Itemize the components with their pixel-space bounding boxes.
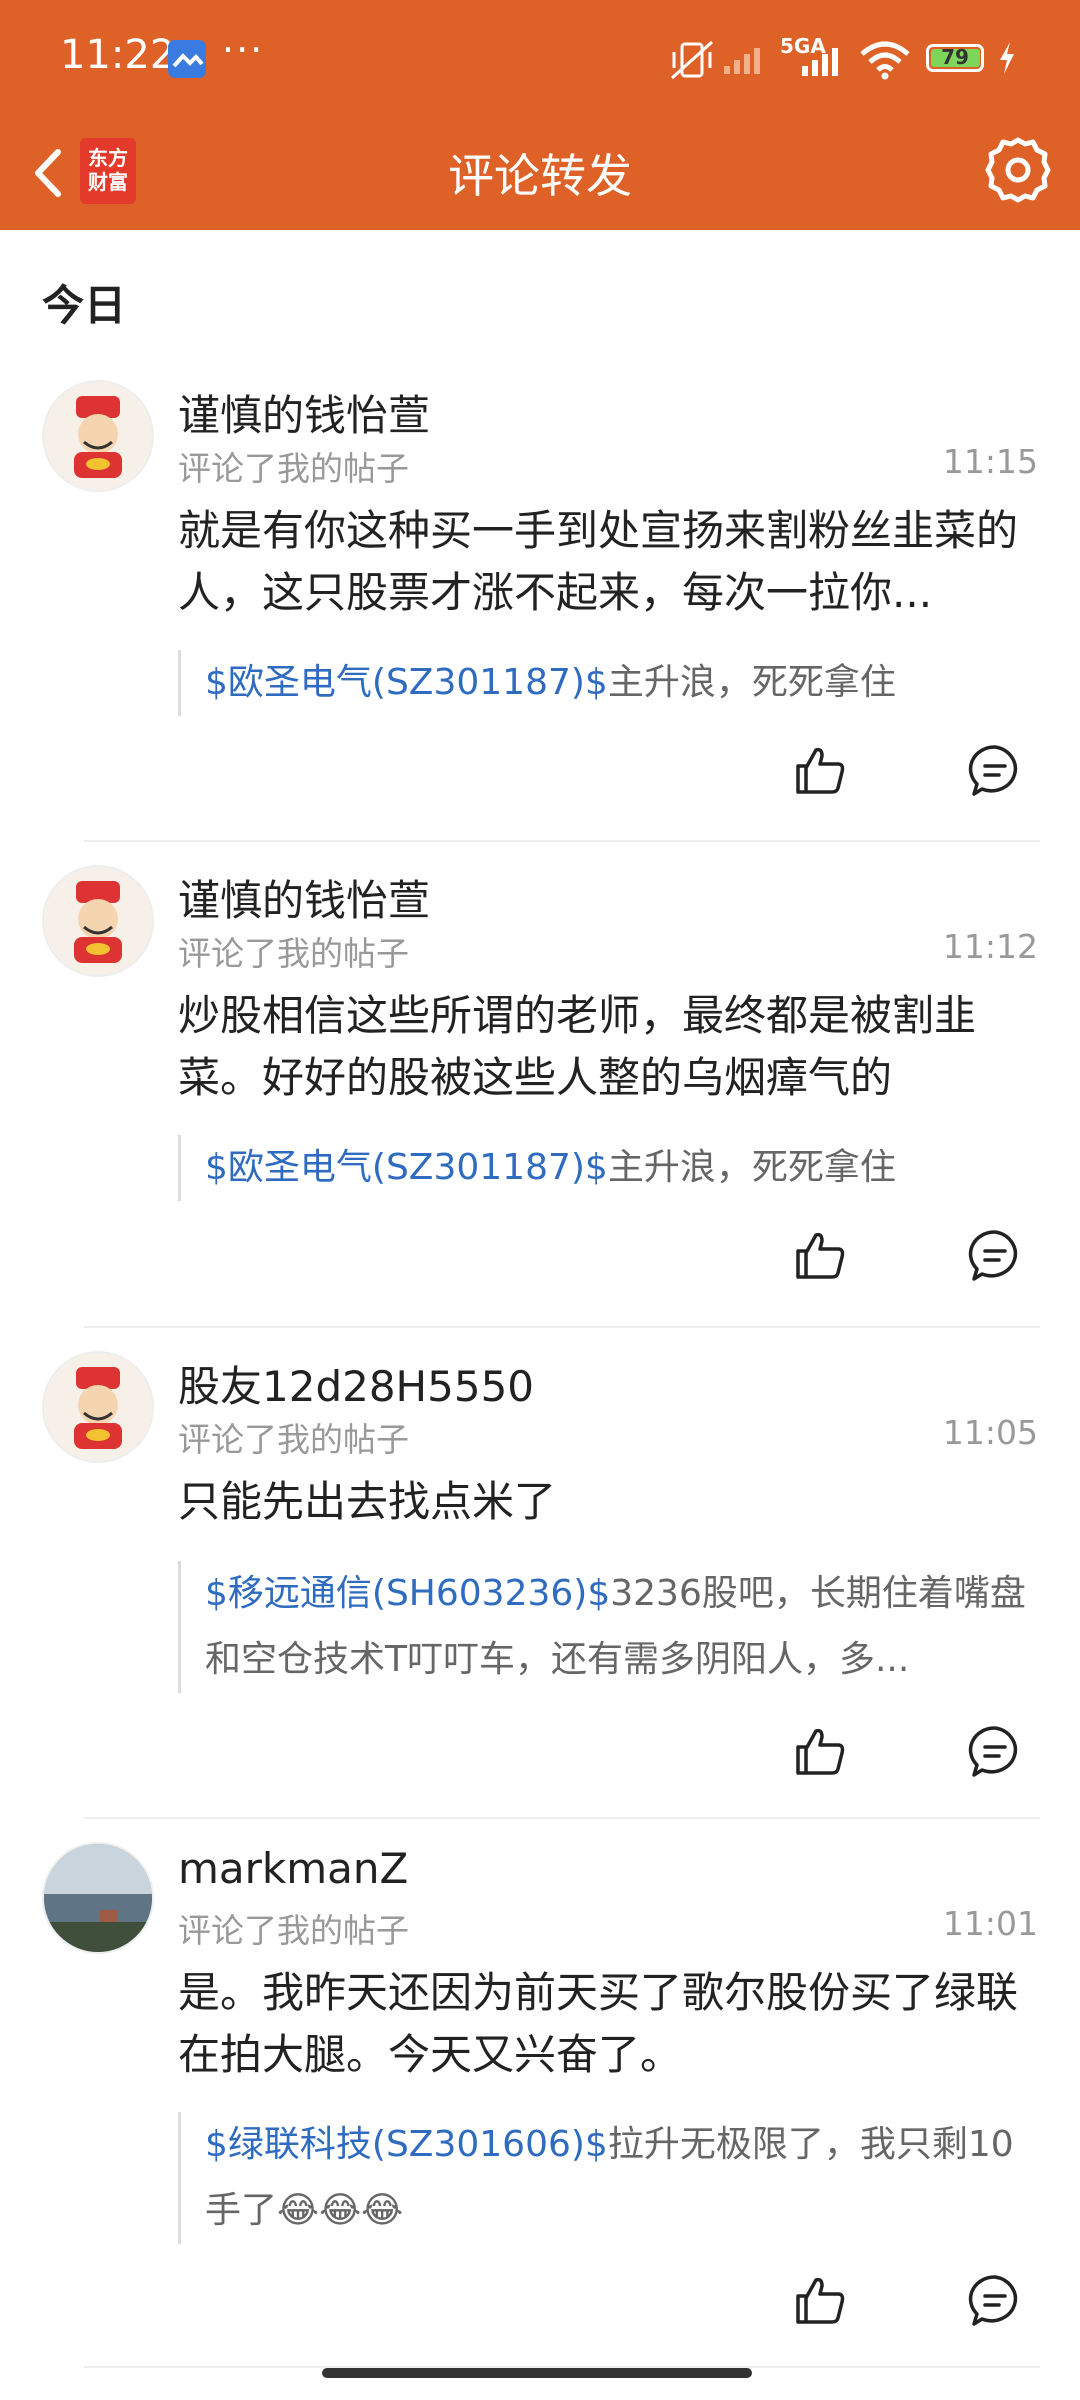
divider xyxy=(84,1326,1040,1328)
signal-weak-icon xyxy=(724,48,760,74)
battery-percentage: 79 xyxy=(941,45,969,69)
comment-bubble-icon[interactable] xyxy=(966,1227,1024,1285)
wifi-icon xyxy=(860,41,910,80)
user-name[interactable]: 股友12d28H5550 xyxy=(178,1353,534,1414)
stock-link[interactable]: $移远通信(SH603236)$ xyxy=(205,1573,610,1614)
comment-time: 11:01 xyxy=(942,1904,1038,1943)
more-notifications-icon: ··· xyxy=(222,28,265,72)
quoted-text: 主升浪，死死拿住 xyxy=(607,662,896,703)
avatar[interactable] xyxy=(42,865,154,977)
caishen-avatar-icon xyxy=(74,396,122,478)
stock-link[interactable]: $欧圣电气(SZ301187)$ xyxy=(205,662,608,703)
action-text: 评论了我的帖子 xyxy=(178,934,409,973)
user-name[interactable]: 谨慎的钱怡萱 xyxy=(178,867,430,928)
home-indicator[interactable] xyxy=(322,2368,752,2378)
comment-item[interactable]: 股友12d28H5550 评论了我的帖子 11:05 只能先出去找点米了 $移远… xyxy=(0,1351,1080,1811)
comment-content[interactable]: 炒股相信这些所谓的老师，最终都是被割韭菜。好好的股被这些人整的乌烟瘴气的 xyxy=(178,985,1038,1109)
landscape-avatar-icon xyxy=(44,1844,152,1952)
page-title: 评论转发 xyxy=(448,149,632,203)
comment-item[interactable]: markmanZ 评论了我的帖子 11:01 是。我昨天还因为前天买了歌尔股份买… xyxy=(0,1842,1080,2342)
quoted-post[interactable]: $移远通信(SH603236)$3236股吧，长期住着嘴盘和空仓技术T叮叮车，还… xyxy=(178,1561,1041,1693)
divider xyxy=(84,1817,1040,1819)
like-thumb-icon[interactable] xyxy=(792,1227,848,1283)
navigation-bar: 东方 财富 评论转发 xyxy=(0,120,1080,230)
avatar[interactable] xyxy=(42,380,154,492)
stock-link[interactable]: $欧圣电气(SZ301187)$ xyxy=(205,1147,608,1188)
quoted-text: 主升浪，死死拿住 xyxy=(607,1147,896,1188)
divider xyxy=(84,840,1040,842)
comment-bubble-icon[interactable] xyxy=(966,2272,1024,2330)
status-bar: 11:22 ··· 5GA 79 xyxy=(0,0,1080,120)
like-thumb-icon[interactable] xyxy=(792,2272,848,2328)
quoted-post[interactable]: $欧圣电气(SZ301187)$主升浪，死死拿住 xyxy=(178,1135,1041,1201)
stock-link[interactable]: $绿联科技(SZ301606)$ xyxy=(205,2124,608,2165)
settings-gear-icon[interactable] xyxy=(980,132,1056,208)
quoted-post[interactable]: $欧圣电气(SZ301187)$主升浪，死死拿住 xyxy=(178,650,1041,716)
action-text: 评论了我的帖子 xyxy=(178,449,409,488)
app-notification-icon xyxy=(168,40,206,78)
caishen-avatar-icon xyxy=(74,1367,122,1449)
app-header: 11:22 ··· 5GA 79 东方 财富 评论转发 xyxy=(0,0,1080,230)
comment-bubble-icon[interactable] xyxy=(966,1723,1024,1781)
comment-bubble-icon[interactable] xyxy=(966,742,1024,800)
comment-item[interactable]: 谨慎的钱怡萱 评论了我的帖子 11:12 炒股相信这些所谓的老师，最终都是被割韭… xyxy=(0,865,1080,1325)
charging-icon xyxy=(1000,42,1014,74)
user-name[interactable]: markmanZ xyxy=(178,1844,408,1893)
action-text: 评论了我的帖子 xyxy=(178,1420,409,1459)
status-time: 11:22 xyxy=(60,32,176,78)
like-thumb-icon[interactable] xyxy=(792,1723,848,1779)
quoted-post[interactable]: $绿联科技(SZ301606)$拉升无极限了，我只剩10手了😂😂😂 xyxy=(178,2112,1041,2244)
like-thumb-icon[interactable] xyxy=(792,742,848,798)
comment-content[interactable]: 是。我昨天还因为前天买了歌尔股份买了绿联在拍大腿。今天又兴奋了。 xyxy=(178,1962,1038,2086)
section-label-today: 今日 xyxy=(42,281,127,330)
comment-time: 11:05 xyxy=(942,1413,1038,1452)
battery-icon: 79 xyxy=(926,44,984,72)
comment-content[interactable]: 就是有你这种买一手到处宣扬来割粉丝韭菜的人，这只股票才涨不起来，每次一拉你... xyxy=(178,500,1038,624)
avatar[interactable] xyxy=(42,1351,154,1463)
mute-vibrate-icon xyxy=(670,40,714,80)
avatar[interactable] xyxy=(42,1842,154,1954)
comment-time: 11:15 xyxy=(942,442,1038,481)
comment-time: 11:12 xyxy=(942,927,1038,966)
caishen-avatar-icon xyxy=(74,881,122,963)
action-text: 评论了我的帖子 xyxy=(178,1911,409,1950)
user-name[interactable]: 谨慎的钱怡萱 xyxy=(178,382,430,443)
comment-item[interactable]: 谨慎的钱怡萱 评论了我的帖子 11:15 就是有你这种买一手到处宣扬来割粉丝韭菜… xyxy=(0,380,1080,840)
comment-content[interactable]: 只能先出去找点米了 xyxy=(178,1471,1038,1533)
signal-strength-icon xyxy=(802,48,838,76)
